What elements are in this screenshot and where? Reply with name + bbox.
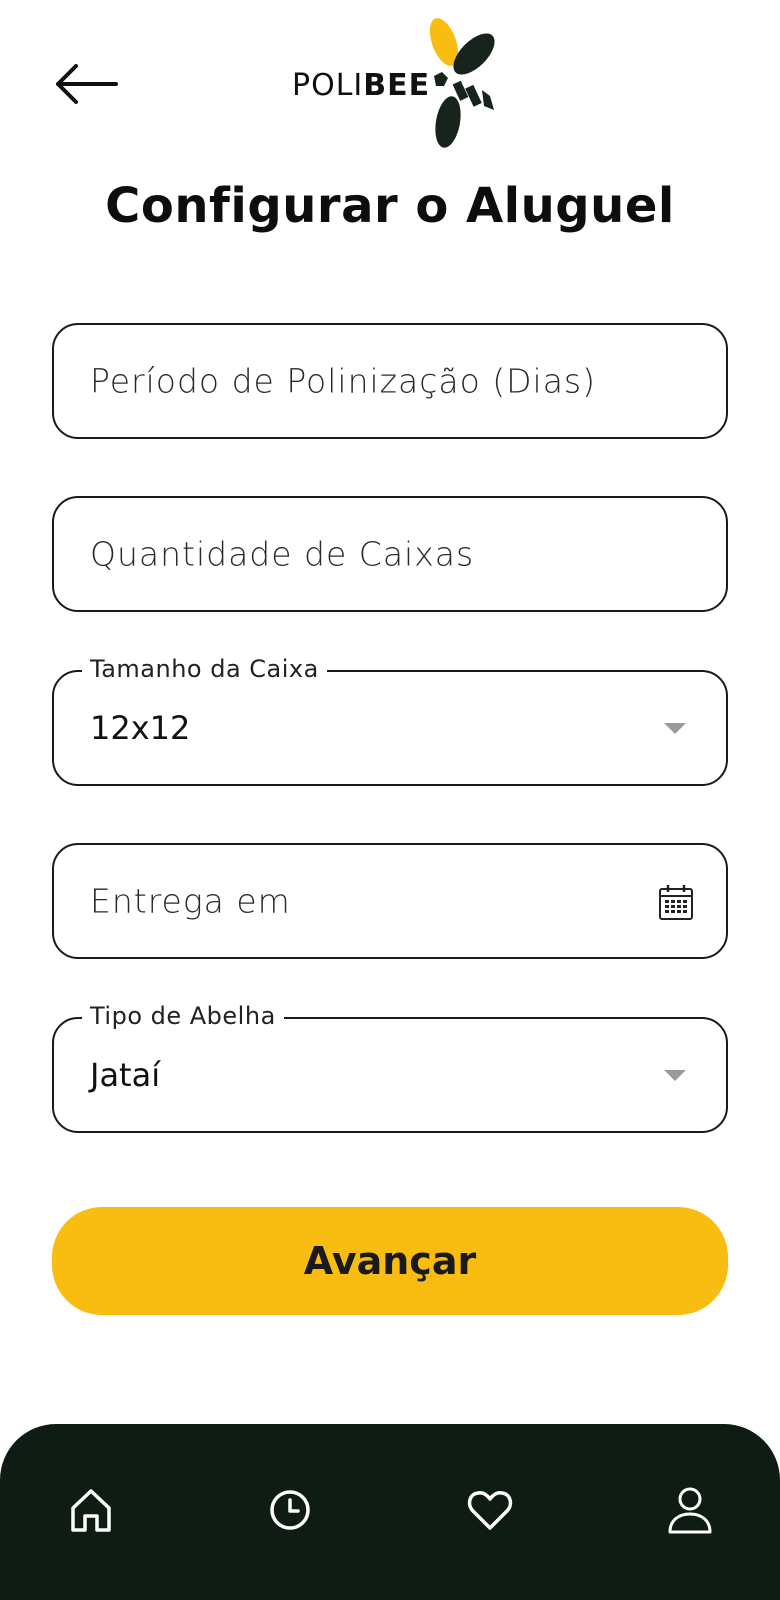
nav-home[interactable] — [63, 1482, 119, 1538]
box-size-label: Tamanho da Caixa — [82, 655, 327, 683]
logo-text: POLIBEE — [292, 68, 431, 103]
back-button[interactable] — [50, 60, 122, 108]
quantity-placeholder: Quantidade de Caixas — [90, 534, 475, 574]
chevron-down-icon — [664, 1070, 686, 1081]
chevron-down-icon — [664, 723, 686, 734]
advance-button[interactable]: Avançar — [52, 1207, 728, 1315]
nav-history[interactable] — [262, 1482, 318, 1538]
page-title: Configurar o Aluguel — [105, 178, 675, 234]
delivery-date-input[interactable]: Entrega em — [52, 843, 728, 959]
nav-favorites[interactable] — [462, 1482, 518, 1538]
delivery-placeholder: Entrega em — [90, 881, 291, 921]
quantity-input[interactable]: Quantidade de Caixas — [52, 496, 728, 612]
nav-profile[interactable] — [662, 1482, 718, 1538]
box-size-select[interactable]: Tamanho da Caixa 12x12 — [52, 655, 728, 786]
bottom-nav — [0, 1424, 780, 1600]
arrow-left-icon — [56, 64, 118, 104]
user-icon — [668, 1487, 712, 1534]
bee-type-label: Tipo de Abelha — [82, 1002, 284, 1030]
home-icon — [71, 1489, 111, 1532]
box-size-value: 12x12 — [90, 709, 191, 747]
heart-icon — [467, 1491, 513, 1530]
polibee-logo: POLIBEE — [290, 14, 510, 154]
bee-type-value: Jataí — [90, 1056, 161, 1094]
period-input[interactable]: Período de Polinização (Dias) — [52, 323, 728, 439]
clock-icon — [270, 1490, 310, 1530]
bee-logo-icon — [429, 18, 495, 148]
calendar-icon[interactable] — [658, 883, 694, 921]
bee-type-select[interactable]: Tipo de Abelha Jataí — [52, 1002, 728, 1133]
period-placeholder: Período de Polinização (Dias) — [90, 361, 596, 401]
